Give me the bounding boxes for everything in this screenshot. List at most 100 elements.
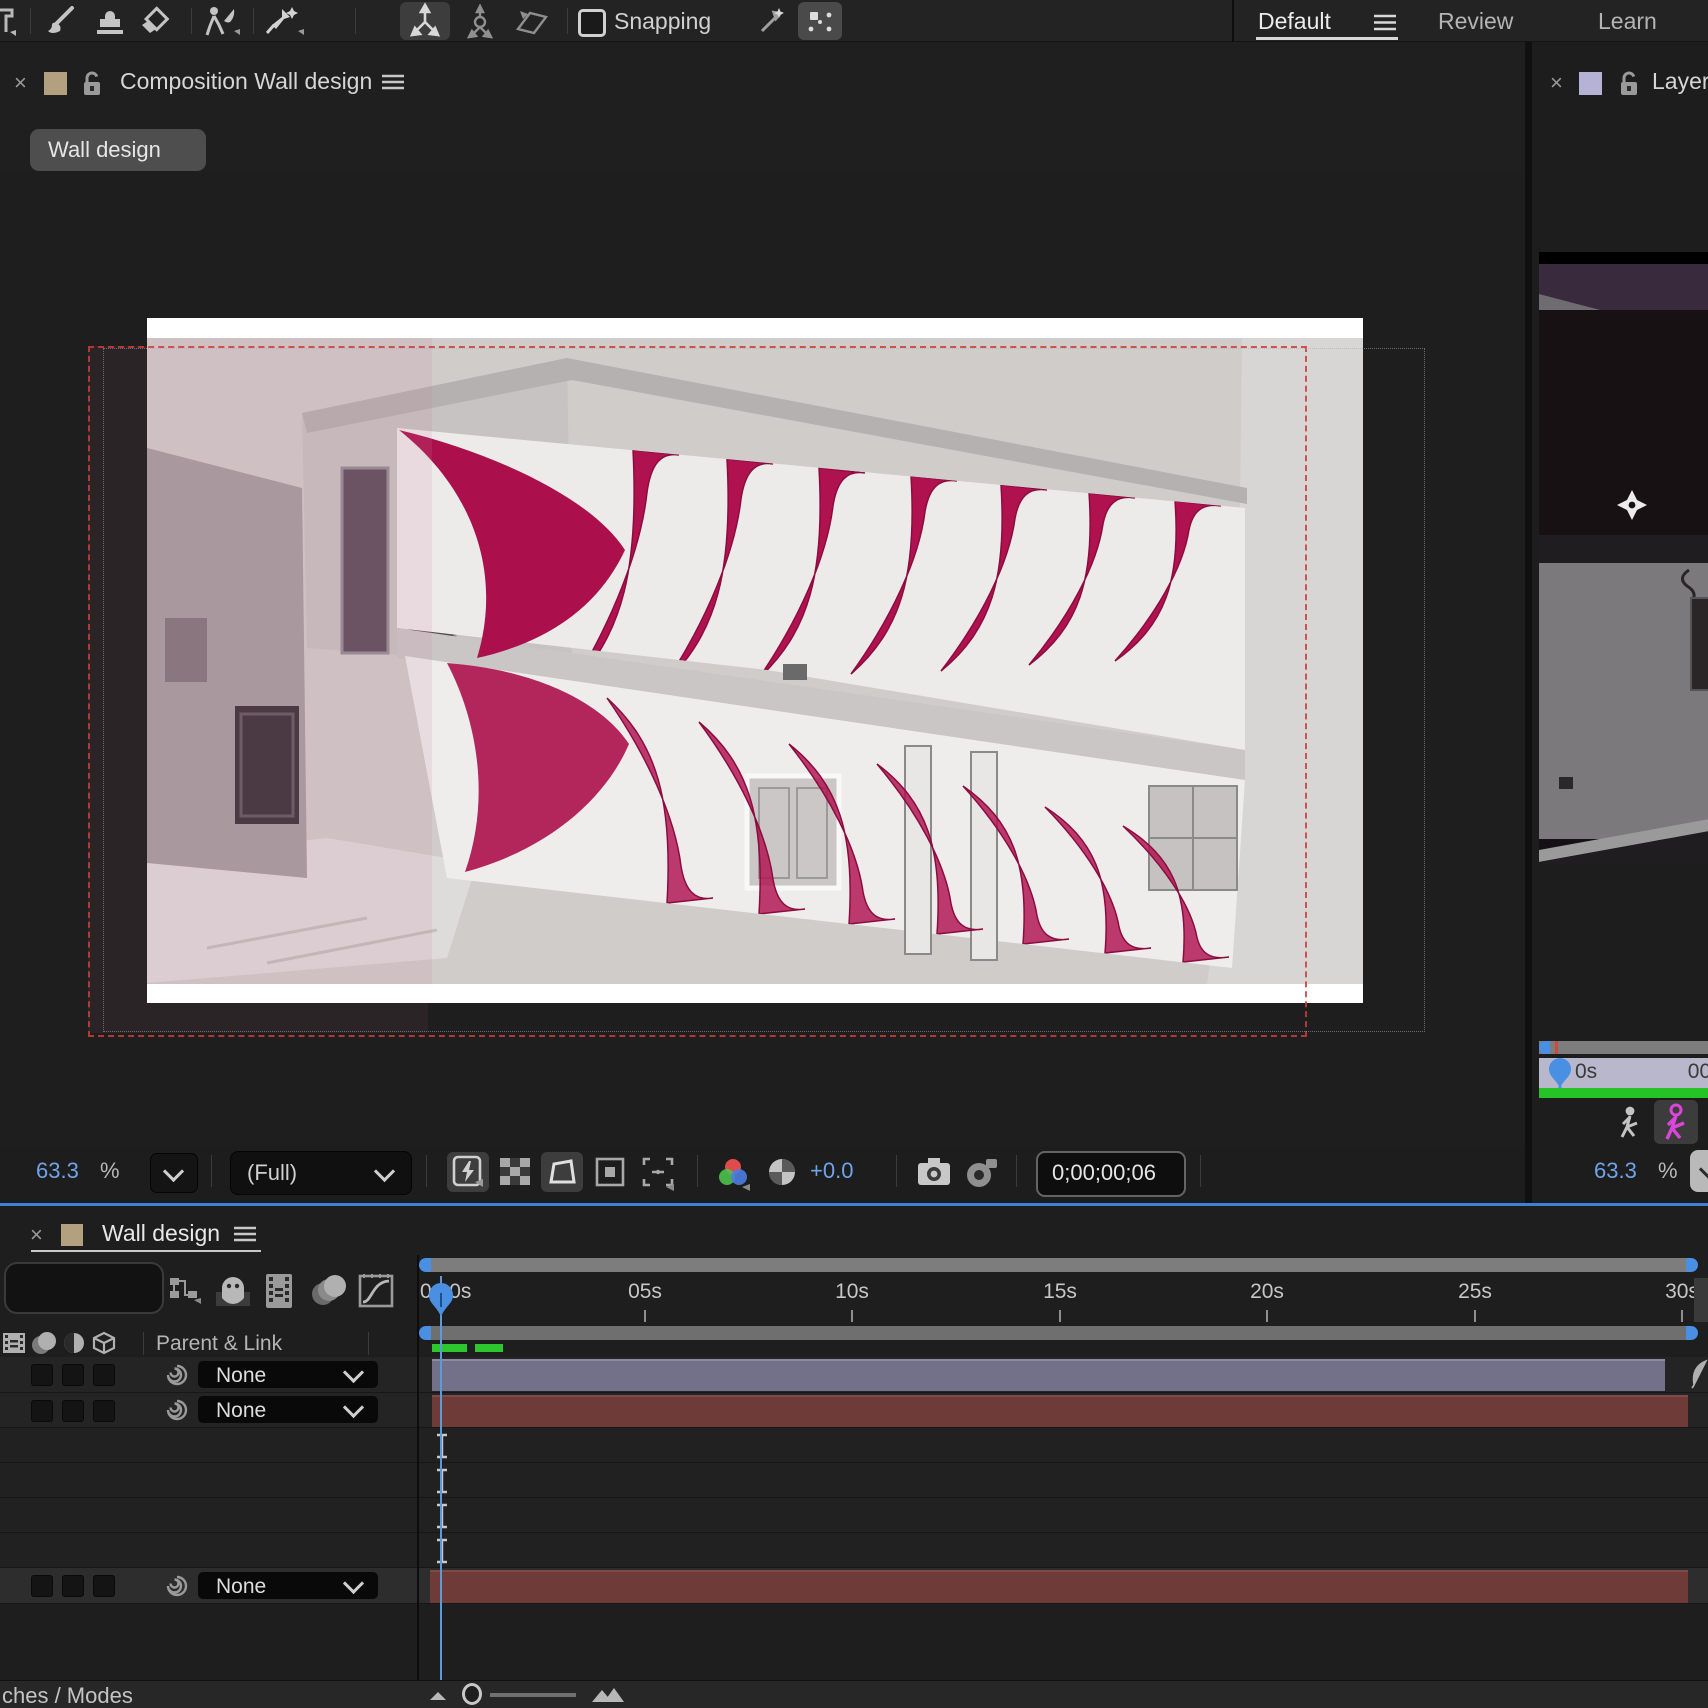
local-axis-mode-button[interactable]: [458, 4, 502, 40]
layer-row-6[interactable]: [0, 1533, 1708, 1567]
timeline-tab-close-icon[interactable]: ×: [30, 1222, 43, 1248]
zoom-out-mountain-icon[interactable]: [428, 1689, 448, 1701]
region-of-interest-button[interactable]: [594, 1156, 626, 1188]
workspace-menu-icon[interactable]: [1372, 13, 1398, 31]
show-snapshot-button[interactable]: [962, 1155, 1000, 1189]
comp-selector-button[interactable]: Wall design: [30, 129, 206, 171]
layer-switch[interactable]: [31, 1400, 53, 1422]
text-layer-in-point-icon[interactable]: [434, 1467, 450, 1495]
timeline-tab-title[interactable]: Wall design: [102, 1220, 220, 1247]
text-layer-in-point-icon[interactable]: [434, 1537, 450, 1565]
navigator-left-handle[interactable]: [1539, 1041, 1550, 1054]
timeline-zoom-slider-track[interactable]: [490, 1693, 576, 1697]
mask-visibility-button[interactable]: [541, 1152, 583, 1192]
text-layer-in-point-icon[interactable]: [434, 1432, 450, 1460]
fast-previews-button[interactable]: [447, 1152, 489, 1192]
layer-zoom-value[interactable]: 63.3: [1594, 1158, 1637, 1184]
zoom-about-cursor-icon[interactable]: [750, 5, 786, 39]
adjustment-layer-column-icon[interactable]: [60, 1330, 88, 1356]
layer-row-4[interactable]: [0, 1463, 1708, 1497]
channel-display-button[interactable]: [714, 1155, 752, 1193]
work-area-left-handle[interactable]: [419, 1326, 431, 1340]
composition-mini-flowchart-icon[interactable]: [168, 1276, 204, 1308]
time-ruler[interactable]: 0:00s 05s 10s 15s 20s 25s 30s: [419, 1274, 1708, 1322]
snapping-checkbox[interactable]: [578, 9, 606, 37]
layer-lock-icon[interactable]: [1617, 69, 1641, 97]
layer-switch[interactable]: [31, 1575, 53, 1597]
composition-lock-icon[interactable]: [80, 69, 104, 97]
layer-tab-title[interactable]: Layer: [1652, 68, 1708, 95]
composition-tab-title[interactable]: Composition Wall design: [120, 68, 372, 95]
exposure-value[interactable]: +0.0: [810, 1158, 853, 1184]
universal-axis-mode-button[interactable]: [400, 2, 450, 40]
motion-blur-icon[interactable]: [308, 1272, 348, 1310]
graph-editor-icon[interactable]: [356, 1270, 396, 1310]
time-navigator-left-handle[interactable]: [419, 1258, 431, 1272]
3d-layer-column-icon[interactable]: [90, 1330, 118, 1356]
pickwhip-icon[interactable]: [164, 1573, 190, 1599]
layer-tab-close-icon[interactable]: ×: [1550, 70, 1563, 96]
layer-switch[interactable]: [31, 1364, 53, 1386]
layer-duration-bar[interactable]: [430, 1570, 1688, 1603]
motion-blur-column-icon[interactable]: [30, 1330, 58, 1356]
work-area-right-handle[interactable]: [1686, 1326, 1698, 1340]
clone-stamp-tool-icon[interactable]: [92, 4, 128, 38]
timeline-zoom-slider-knob[interactable]: [462, 1683, 482, 1705]
roto-brush-tool-icon[interactable]: [200, 3, 240, 39]
snapping-label[interactable]: Snapping: [614, 8, 711, 35]
frame-blend-column-icon[interactable]: [2, 1331, 28, 1355]
layer-switch[interactable]: [62, 1400, 84, 1422]
partial-tool-icon[interactable]: [0, 6, 18, 36]
layer-row-5[interactable]: [0, 1498, 1708, 1532]
text-layer-in-point-icon[interactable]: [434, 1502, 450, 1530]
layer-row-3[interactable]: [0, 1428, 1708, 1462]
layer-row-7[interactable]: None: [0, 1568, 1708, 1603]
resolution-dropdown[interactable]: (Full): [230, 1151, 412, 1195]
parent-dropdown[interactable]: None: [198, 1572, 378, 1599]
time-navigator-bar[interactable]: [428, 1258, 1686, 1272]
playhead-line[interactable]: [440, 1276, 442, 1680]
take-snapshot-button[interactable]: [916, 1156, 954, 1188]
parent-link-header[interactable]: Parent & Link: [156, 1332, 282, 1356]
parent-dropdown[interactable]: None: [198, 1361, 378, 1388]
comp-viewer[interactable]: [0, 171, 1525, 1147]
comp-zoom-value[interactable]: 63.3: [36, 1158, 79, 1184]
layer-time-navigator[interactable]: [1539, 1041, 1708, 1054]
puppet-pin-tool-icon[interactable]: [262, 3, 306, 39]
playhead-indicator[interactable]: [427, 1281, 455, 1319]
timeline-search-input[interactable]: [4, 1262, 164, 1314]
time-navigator-right-handle[interactable]: [1686, 1258, 1698, 1272]
snap-options-button[interactable]: [798, 2, 842, 40]
comp-zoom-dropdown-button[interactable]: [150, 1153, 198, 1193]
workspace-tab-review[interactable]: Review: [1438, 8, 1513, 35]
eraser-tool-icon[interactable]: [138, 4, 174, 38]
composition-tab-close-icon[interactable]: ×: [14, 70, 27, 96]
layer-effect-person-button[interactable]: [1654, 1100, 1698, 1144]
parent-dropdown[interactable]: None: [198, 1396, 378, 1423]
transparency-grid-button[interactable]: [498, 1156, 532, 1188]
pickwhip-icon[interactable]: [164, 1397, 190, 1423]
composition-panel-menu-icon[interactable]: [380, 72, 406, 92]
pickwhip-icon[interactable]: [164, 1362, 190, 1388]
timeline-panel-menu-icon[interactable]: [232, 1224, 258, 1244]
layer-switch[interactable]: [93, 1364, 115, 1386]
layer-switch[interactable]: [93, 1575, 115, 1597]
layer-row-1[interactable]: None: [0, 1357, 1708, 1392]
brush-tool-icon[interactable]: [42, 4, 76, 38]
workspace-tab-default[interactable]: Default: [1258, 8, 1331, 35]
switches-modes-toggle[interactable]: ches / Modes: [2, 1683, 133, 1708]
work-area-bar[interactable]: [428, 1326, 1686, 1340]
layer-duration-bar[interactable]: [432, 1395, 1688, 1427]
layer-switch[interactable]: [62, 1364, 84, 1386]
frame-blending-icon[interactable]: [262, 1272, 296, 1310]
zoom-in-mountain-icon[interactable]: [590, 1685, 624, 1703]
crop-to-roi-button[interactable]: [640, 1155, 680, 1193]
timecode-field[interactable]: 0;00;00;06: [1036, 1151, 1186, 1197]
layer-switch[interactable]: [93, 1400, 115, 1422]
screen-space-mode-button[interactable]: [508, 5, 554, 39]
exposure-reset-icon[interactable]: [766, 1156, 800, 1188]
layer-row-2[interactable]: None: [0, 1393, 1708, 1427]
workspace-tab-learn[interactable]: Learn: [1598, 8, 1657, 35]
layer-zoom-dropdown-button[interactable]: [1690, 1150, 1708, 1192]
shy-layers-icon[interactable]: [214, 1274, 252, 1310]
